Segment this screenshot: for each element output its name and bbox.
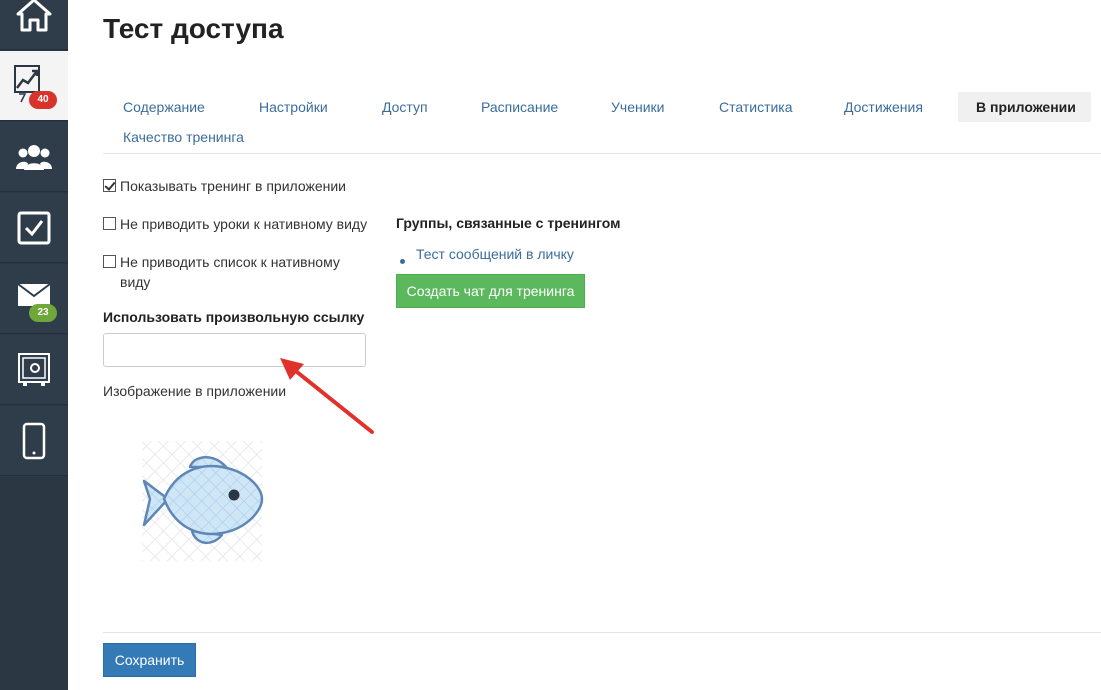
mobile-phone-icon <box>22 422 46 459</box>
users-group-icon <box>16 144 52 170</box>
tab-in-app[interactable]: В приложении <box>958 92 1091 122</box>
show-in-app-row: Показывать тренинг в приложении <box>103 176 383 196</box>
tab-access[interactable]: Доступ <box>382 92 428 122</box>
create-chat-button[interactable]: Создать чат для тренинга <box>396 274 585 308</box>
app-image-label: Изображение в приложении <box>103 383 287 399</box>
sidebar-item-mobile[interactable] <box>0 406 68 476</box>
sidebar-item-users[interactable] <box>0 122 68 192</box>
group-link[interactable]: Тест сообщений в личку <box>416 244 574 264</box>
app-image[interactable] <box>138 437 266 565</box>
no-native-lessons-label: Не приводить уроки к нативному виду <box>120 216 368 232</box>
footer-divider <box>103 632 1101 633</box>
show-in-app-label: Показывать тренинг в приложении <box>120 178 347 194</box>
sidebar-item-mail[interactable]: 23 <box>0 264 68 334</box>
no-native-list-label-line2: виду <box>120 274 151 290</box>
tabs-divider <box>103 153 1101 154</box>
group-bullet <box>400 259 405 264</box>
page-title: Тест доступа <box>103 13 284 44</box>
no-native-list-label-line1: Не приводить список к нативному <box>120 254 340 270</box>
no-native-lessons-row: Не приводить уроки к нативному виду <box>103 214 383 234</box>
sidebar-item-trainings[interactable]: 40 <box>0 51 68 121</box>
safe-icon <box>18 352 50 386</box>
show-in-app-checkbox[interactable] <box>103 179 116 192</box>
sidebar-item-tasks[interactable] <box>0 193 68 263</box>
mail-badge: 23 <box>29 304 57 322</box>
tab-training-quality[interactable]: Качество тренинга <box>123 122 244 152</box>
sidebar-item-home[interactable] <box>0 0 68 50</box>
annotation-arrow-icon <box>280 358 374 434</box>
custom-link-label: Использовать произвольную ссылку <box>103 309 365 325</box>
tab-content[interactable]: Содержание <box>123 92 205 122</box>
no-native-list-checkbox[interactable] <box>103 255 116 268</box>
groups-heading: Группы, связанные с тренингом <box>396 215 621 231</box>
tab-schedule[interactable]: Расписание <box>481 92 558 122</box>
tasks-checkbox-icon <box>17 211 51 244</box>
tab-statistics[interactable]: Статистика <box>719 92 793 122</box>
save-button[interactable]: Сохранить <box>103 643 196 677</box>
tab-achievements[interactable]: Достижения <box>844 92 923 122</box>
fish-icon <box>142 441 264 561</box>
no-native-list-row: Не приводить список к нативному виду <box>103 252 383 292</box>
tab-settings[interactable]: Настройки <box>259 92 328 122</box>
mail-icon <box>17 282 51 306</box>
trainings-badge: 40 <box>29 91 57 109</box>
tab-students[interactable]: Ученики <box>611 92 664 122</box>
sidebar-filler <box>0 476 68 690</box>
sidebar: 40 23 <box>0 0 68 690</box>
no-native-lessons-checkbox[interactable] <box>103 217 116 230</box>
home-icon <box>16 0 52 31</box>
sidebar-item-safe[interactable] <box>0 335 68 405</box>
